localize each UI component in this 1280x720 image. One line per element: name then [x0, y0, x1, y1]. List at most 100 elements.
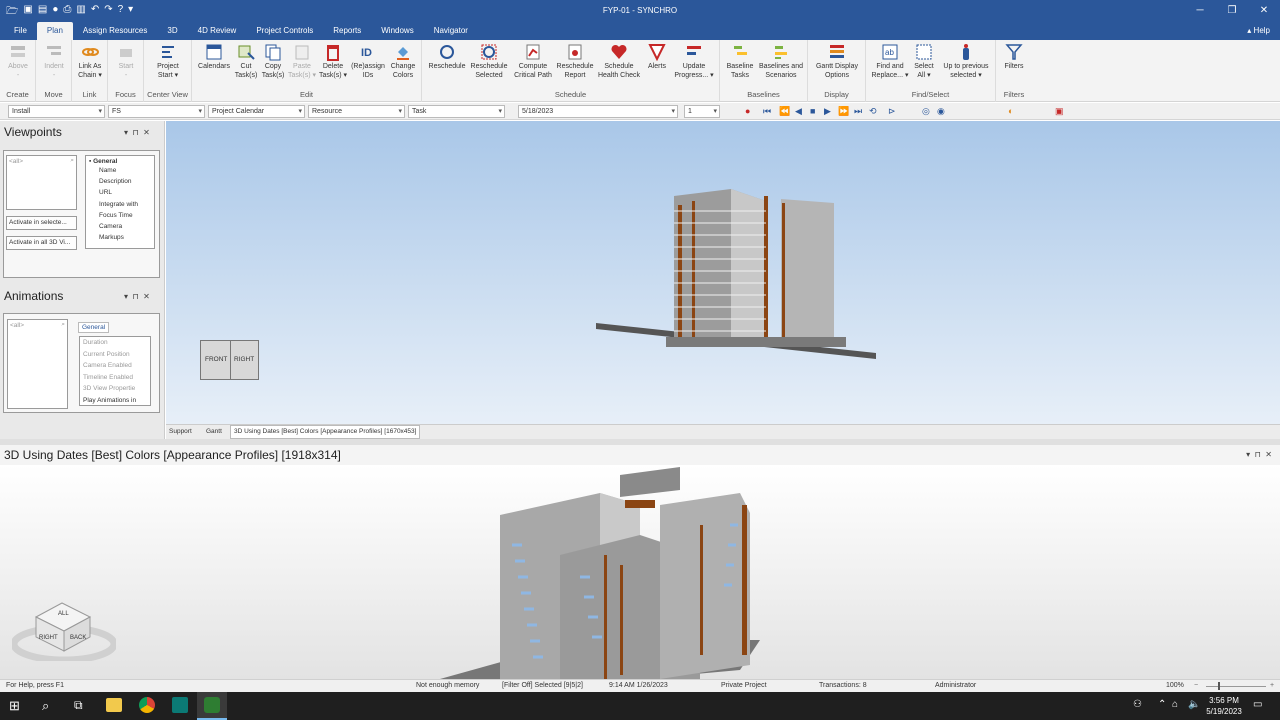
colors-icon[interactable]: ▣	[1055, 106, 1064, 117]
resource-combo[interactable]: Resource	[308, 105, 405, 118]
minimize-icon[interactable]: ─	[1184, 0, 1216, 22]
find-replace-button[interactable]: ab Find and Replace... ▾	[870, 43, 910, 80]
view-cube-bottom[interactable]: ALL RIGHT BACK	[10, 595, 118, 664]
alerts-button[interactable]: Alerts	[644, 43, 670, 72]
link-chain-button[interactable]: Link As Chain ▾	[75, 43, 105, 80]
tab-gantt[interactable]: Gantt	[206, 428, 222, 435]
filters-button[interactable]: Filters	[1000, 43, 1028, 72]
tab-4d-review[interactable]: 4D Review	[188, 22, 247, 40]
zoom-in-icon[interactable]: +	[1270, 682, 1274, 689]
viewpoints-pane-controls[interactable]: ▾ ⊓ ✕	[124, 128, 150, 137]
activate-all-button[interactable]: Activate in all 3D Vi...	[6, 236, 77, 250]
last-icon[interactable]: ⏭	[854, 106, 862, 117]
record-icon[interactable]: ●	[745, 106, 750, 117]
copy-tasks-button[interactable]: Copy Task(s)	[260, 43, 286, 80]
baselines-scenarios-button[interactable]: Baselines and Scenarios	[756, 43, 806, 80]
viewpoints-list[interactable]: <all> ⌕	[6, 155, 77, 210]
above-button[interactable]: Above -	[4, 43, 32, 80]
tab-assign-resources[interactable]: Assign Resources	[73, 22, 157, 40]
app-icon-k[interactable]	[172, 697, 188, 713]
tab-3d-view[interactable]: 3D Using Dates [Best] Colors [Appearance…	[230, 425, 421, 439]
next-icon[interactable]: ⏩	[838, 106, 849, 117]
file-explorer-icon[interactable]	[106, 698, 122, 712]
close-icon[interactable]: ✕	[1248, 0, 1280, 22]
network-icon[interactable]: ⌂	[1172, 699, 1178, 710]
baseline-tasks-button[interactable]: Baseline Tasks	[724, 43, 756, 80]
install-combo[interactable]: Install	[8, 105, 105, 118]
date-picker[interactable]: 5/18/2023	[518, 105, 678, 118]
zoom-thumb[interactable]	[1218, 682, 1220, 690]
animations-tab-general[interactable]: General	[78, 322, 110, 333]
select-all-button[interactable]: Select All ▾	[910, 43, 938, 80]
reschedule-button[interactable]: Reschedule	[426, 43, 468, 72]
notification-icon[interactable]: ▭	[1253, 699, 1262, 710]
3d-view-bottom[interactable]: ALL RIGHT BACK	[0, 465, 1280, 679]
paste-tasks-button[interactable]: Paste Task(s) ▾	[288, 43, 316, 80]
3d-view-top[interactable]: FRONT RIGHT	[166, 121, 1280, 424]
cube-front-face: FRONT	[205, 356, 228, 363]
reschedule-selected-button[interactable]: Reschedule Selected	[468, 43, 510, 80]
gantt-display-options-button[interactable]: Gantt Display Options	[812, 43, 862, 80]
reschedule-report-button[interactable]: Reschedule Report	[554, 43, 596, 80]
tab-project-controls[interactable]: Project Controls	[246, 22, 323, 40]
animations-pane-controls[interactable]: ▾ ⊓ ✕	[124, 292, 150, 301]
tray-up-icon[interactable]: ⌃	[1158, 699, 1166, 710]
prev-icon[interactable]: ⏪	[779, 106, 790, 117]
tab-navigator[interactable]: Navigator	[424, 22, 478, 40]
zoom-out-icon[interactable]: −	[1194, 682, 1198, 689]
update-progress-button[interactable]: Update Progress... ▾	[672, 43, 716, 80]
cut-sub: Task(s)	[234, 71, 258, 79]
view-cube-top[interactable]: FRONT RIGHT	[200, 340, 259, 380]
project-start-button[interactable]: Project Start ▾	[152, 43, 184, 80]
windows-start-icon[interactable]: ⊞	[9, 698, 20, 714]
paint-bucket-icon	[397, 47, 409, 60]
step-back-icon[interactable]: ◀	[795, 106, 802, 117]
trash-icon	[327, 45, 339, 61]
camera-icon[interactable]: ◉	[937, 106, 945, 117]
up-to-previous-button[interactable]: Up to previous selected ▾	[938, 43, 994, 80]
change-colors-button[interactable]: Change Colors	[388, 43, 418, 80]
task-view-icon[interactable]: ⧉	[74, 698, 83, 713]
first-icon[interactable]: ⏮	[763, 106, 771, 117]
people-icon[interactable]: ⚇	[1133, 699, 1142, 710]
relationship-combo[interactable]: FS	[108, 105, 205, 118]
chrome-icon[interactable]	[139, 697, 155, 713]
step-spinner[interactable]: 1	[684, 105, 720, 118]
loop-icon[interactable]: ⟲	[869, 106, 877, 117]
cut-tasks-button[interactable]: Cut Task(s)	[234, 43, 258, 80]
indent-button[interactable]: Indent -	[40, 43, 68, 80]
calendar-combo[interactable]: Project Calendar	[208, 105, 305, 118]
tab-file[interactable]: File	[4, 22, 37, 40]
view2-pane-controls[interactable]: ▾ ⊓ ✕	[1246, 450, 1272, 459]
tab-support[interactable]: Support	[169, 428, 192, 435]
animations-search[interactable]: <all> ⌕	[10, 321, 65, 329]
clock[interactable]: 3:56 PM 5/19/2023	[1202, 695, 1246, 717]
animations-list[interactable]: <all> ⌕	[7, 319, 68, 409]
indent-icon	[47, 46, 61, 55]
start-button[interactable]: Start -	[112, 43, 140, 80]
activate-selected-button[interactable]: Activate in selecte...	[6, 216, 77, 230]
restore-icon[interactable]: ❐	[1216, 0, 1248, 22]
settings-icon[interactable]: ◎	[922, 106, 930, 117]
volume-icon[interactable]: 🔈	[1188, 699, 1200, 710]
help-menu[interactable]: ▴ Help	[1247, 26, 1270, 35]
calendars-button[interactable]: Calendars	[196, 43, 232, 72]
zoom-slider[interactable]	[1206, 686, 1266, 687]
schedule-health-check-button[interactable]: Schedule Health Check	[596, 43, 642, 80]
tab-windows[interactable]: Windows	[371, 22, 423, 40]
viewpoints-search[interactable]: <all> ⌕	[9, 157, 74, 165]
tab-3d[interactable]: 3D	[157, 22, 187, 40]
tab-reports[interactable]: Reports	[323, 22, 371, 40]
task-combo[interactable]: Task	[408, 105, 505, 118]
stop-icon[interactable]: ■	[810, 106, 815, 117]
delete-tasks-button[interactable]: Delete Task(s) ▾	[318, 43, 348, 80]
compute-critical-path-button[interactable]: Compute Critical Path	[510, 43, 556, 80]
marker-icon[interactable]: ⊳	[888, 106, 896, 117]
reassign-ids-button[interactable]: ID (Re)assign IDs	[350, 43, 386, 80]
appearance-icon[interactable]: ◐	[1008, 106, 1013, 117]
tab-plan[interactable]: Plan	[36, 22, 73, 40]
find-replace-icon: ab	[882, 44, 898, 60]
search-icon[interactable]: ⌕	[42, 698, 49, 714]
play-icon[interactable]: ▶	[824, 106, 831, 117]
group-center-view: Project Start ▾ Center View	[144, 40, 192, 102]
